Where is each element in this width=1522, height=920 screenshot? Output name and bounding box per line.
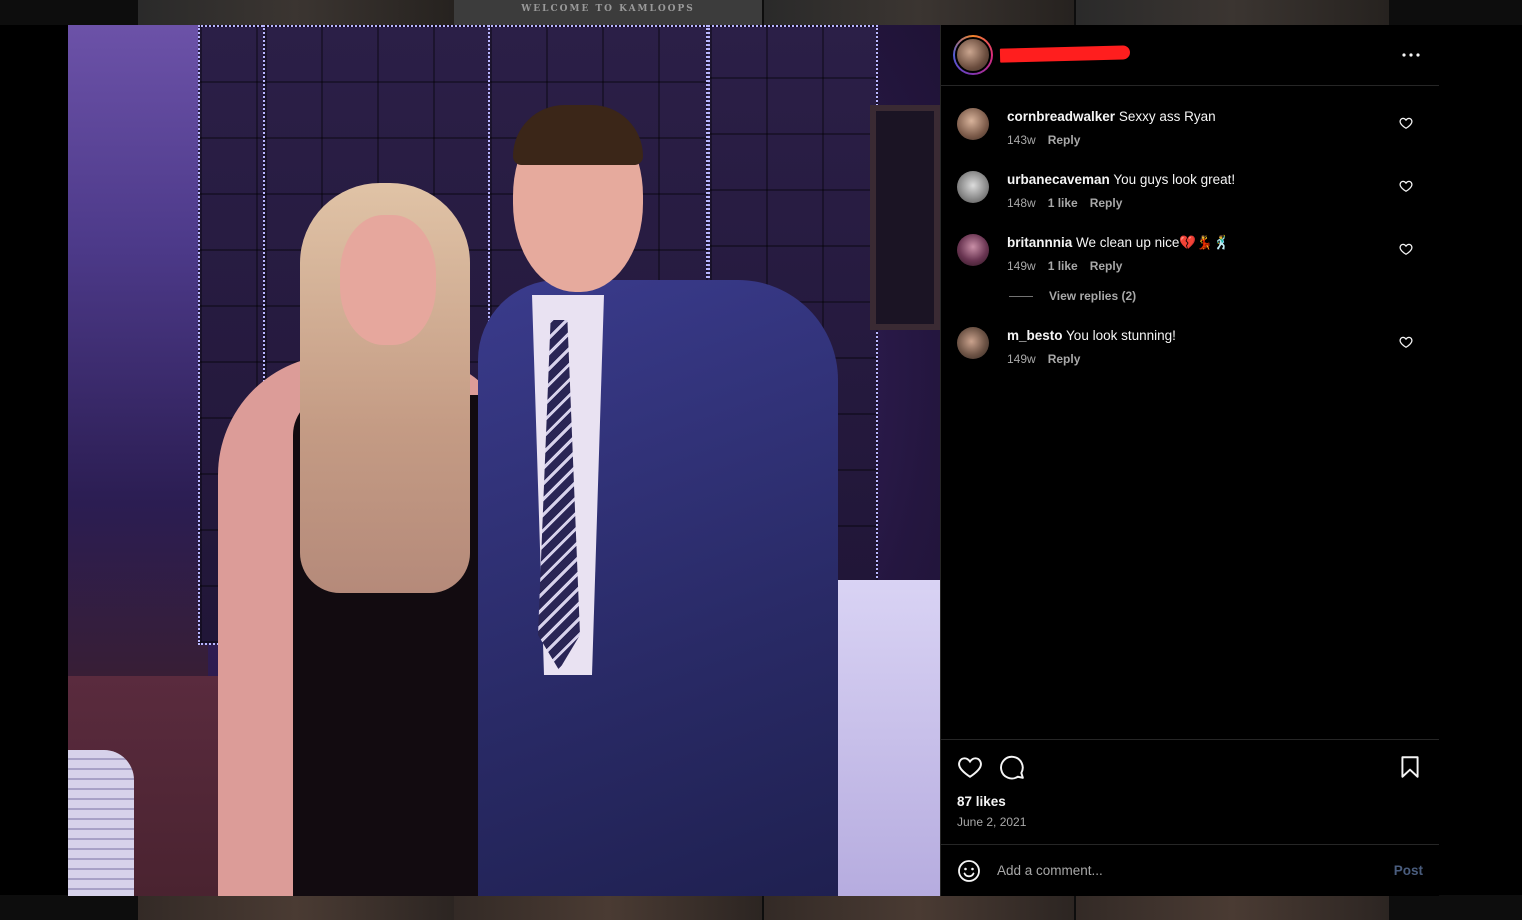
comment-avatar[interactable]: [957, 327, 989, 359]
view-replies-label: View replies (2): [1049, 289, 1137, 303]
comment-text-line: britannnia We clean up nice💔💃🕺: [1007, 234, 1425, 252]
comment-like-count[interactable]: 1 like: [1048, 196, 1078, 210]
background-tile: [138, 0, 454, 25]
comment-age: 148w: [1007, 196, 1036, 210]
comment-age: 143w: [1007, 133, 1036, 147]
background-tile: [764, 0, 1074, 25]
comment-text: Sexxy ass Ryan: [1118, 109, 1216, 124]
comment-age: 149w: [1007, 259, 1036, 273]
bookmark-icon[interactable]: [1397, 754, 1423, 780]
comment-body: urbanecaveman You guys look great! 148w …: [1007, 171, 1425, 210]
post-side-panel: cornbreadwalker Sexxy ass Ryan 143w Repl…: [940, 25, 1439, 896]
background-feed-top: WELCOME TO KAMLOOPS: [0, 0, 1522, 25]
background-tile: [454, 895, 762, 920]
comment-text-line: urbanecaveman You guys look great!: [1007, 171, 1425, 189]
comment-input[interactable]: [997, 863, 1394, 878]
comment-username[interactable]: urbanecaveman: [1007, 172, 1110, 187]
post-actions-area: 87 likes June 2, 2021: [941, 739, 1439, 844]
background-tile: [138, 895, 454, 920]
comment-item: m_besto You look stunning! 149w Reply: [957, 327, 1425, 366]
comment-body: m_besto You look stunning! 149w Reply: [1007, 327, 1425, 366]
post-modal: cornbreadwalker Sexxy ass Ryan 143w Repl…: [68, 25, 1439, 896]
redacted-username: [999, 45, 1131, 63]
post-photo[interactable]: [68, 25, 940, 896]
comment-username[interactable]: britannnia: [1007, 235, 1072, 250]
emoji-icon[interactable]: [957, 859, 981, 883]
comment-age: 149w: [1007, 352, 1036, 366]
background-sign: WELCOME TO KAMLOOPS: [454, 0, 762, 25]
comment-icon[interactable]: [999, 754, 1025, 780]
heart-icon[interactable]: [957, 754, 983, 780]
reply-button[interactable]: Reply: [1048, 133, 1081, 147]
more-horizontal-icon: [1402, 53, 1420, 57]
comment-text-line: m_besto You look stunning!: [1007, 327, 1425, 345]
heart-icon[interactable]: [1399, 335, 1413, 349]
reply-button[interactable]: Reply: [1090, 196, 1123, 210]
view-replies-button[interactable]: View replies (2): [1009, 289, 1425, 303]
reply-button[interactable]: Reply: [1090, 259, 1123, 273]
comment-like-count[interactable]: 1 like: [1048, 259, 1078, 273]
comment-body: britannnia We clean up nice💔💃🕺 149w 1 li…: [1007, 234, 1425, 273]
comment-text-line: cornbreadwalker Sexxy ass Ryan: [1007, 108, 1425, 126]
more-options-button[interactable]: [1399, 43, 1423, 67]
comment-item: cornbreadwalker Sexxy ass Ryan 143w Repl…: [957, 108, 1425, 147]
comment-meta: 143w Reply: [1007, 133, 1425, 147]
likes-count[interactable]: 87 likes: [957, 794, 1423, 809]
comment-username[interactable]: cornbreadwalker: [1007, 109, 1115, 124]
comment-avatar[interactable]: [957, 234, 989, 266]
comment-text: You look stunning!: [1066, 328, 1176, 343]
post-comment-button[interactable]: Post: [1394, 863, 1423, 878]
background-feed-bottom: [0, 895, 1522, 920]
background-tile: [1076, 895, 1389, 920]
background-tile: [764, 895, 1074, 920]
reply-button[interactable]: Reply: [1048, 352, 1081, 366]
comment-meta: 149w 1 like Reply: [1007, 259, 1425, 273]
view-replies-divider: [1009, 295, 1033, 297]
photo-face: [340, 215, 436, 345]
comment-text: You guys look great!: [1113, 172, 1236, 187]
comment-avatar[interactable]: [957, 108, 989, 140]
author-avatar-image: [955, 37, 991, 73]
comment-item: urbanecaveman You guys look great! 148w …: [957, 171, 1425, 210]
post-date[interactable]: June 2, 2021: [957, 815, 1423, 829]
heart-icon[interactable]: [1399, 242, 1413, 256]
comment-item: britannnia We clean up nice💔💃🕺 149w 1 li…: [957, 234, 1425, 273]
background-tile: [1076, 0, 1389, 25]
comment-list: cornbreadwalker Sexxy ass Ryan 143w Repl…: [941, 86, 1439, 739]
photo-wall-frame: [870, 105, 940, 330]
comment-box: Post: [941, 844, 1439, 896]
post-header: [941, 25, 1439, 86]
heart-icon[interactable]: [1399, 179, 1413, 193]
photo-person: [478, 280, 838, 896]
comment-avatar[interactable]: [957, 171, 989, 203]
photo-plates: [68, 750, 134, 896]
comment-meta: 148w 1 like Reply: [1007, 196, 1425, 210]
post-actions: [957, 754, 1423, 780]
comment-body: cornbreadwalker Sexxy ass Ryan 143w Repl…: [1007, 108, 1425, 147]
author-avatar[interactable]: [953, 35, 993, 75]
comment-meta: 149w Reply: [1007, 352, 1425, 366]
heart-icon[interactable]: [1399, 116, 1413, 130]
comment-text: We clean up nice💔💃🕺: [1076, 235, 1230, 250]
comment-username[interactable]: m_besto: [1007, 328, 1063, 343]
